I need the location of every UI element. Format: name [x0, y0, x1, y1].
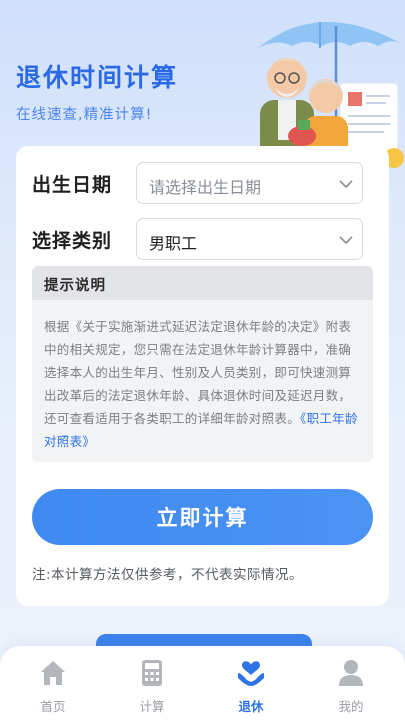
page-title: 退休时间计算: [16, 63, 179, 92]
category-row: 选择类别 男职工: [16, 218, 389, 260]
birth-date-label: 出生日期: [32, 174, 113, 196]
page-subtitle: 在线速查,精准计算!: [16, 107, 153, 123]
tip-title: 提示说明: [32, 266, 373, 300]
tab-label: 计算: [139, 699, 165, 714]
disclaimer-note: 注:本计算方法仅供参考，不代表实际情况。: [32, 567, 304, 583]
chevron-down-icon: [339, 180, 353, 189]
category-select[interactable]: 男职工: [136, 218, 363, 260]
bottom-tab-bar: 首页 计算 退休 我的: [0, 646, 405, 720]
tab-home[interactable]: 首页: [18, 658, 88, 714]
retirement-form-card: 出生日期 请选择出生日期 选择类别 男职工 提示说明 根据《关于实施渐进式延迟法…: [16, 146, 389, 606]
calculator-icon: [142, 660, 162, 686]
tab-retire[interactable]: 退休: [216, 658, 286, 714]
tip-text: 根据《关于实施渐进式延迟法定退休年龄的决定》附表中的相关规定，您只需在法定退休年…: [32, 300, 373, 453]
heart-hands-icon: [238, 661, 264, 686]
birth-date-placeholder: 请选择出生日期: [149, 178, 262, 197]
tab-label: 退休: [238, 699, 264, 714]
tab-label: 首页: [40, 699, 66, 714]
chevron-down-icon: [339, 236, 353, 245]
tab-label: 我的: [338, 699, 364, 714]
tab-calculate[interactable]: 计算: [117, 658, 187, 714]
home-icon: [41, 661, 65, 685]
category-value: 男职工: [149, 234, 198, 253]
calculate-button[interactable]: 立即计算: [32, 489, 373, 545]
hero-header: 退休时间计算 在线速查,精准计算!: [0, 0, 405, 168]
tip-body-text: 根据《关于实施渐进式延迟法定退休年龄的决定》附表中的相关规定，您只需在法定退休年…: [44, 319, 352, 426]
person-icon: [339, 660, 363, 686]
birth-date-select[interactable]: 请选择出生日期: [136, 162, 363, 204]
birth-date-row: 出生日期 请选择出生日期: [16, 162, 389, 204]
tab-profile[interactable]: 我的: [316, 658, 386, 714]
tip-box: 提示说明 根据《关于实施渐进式延迟法定退休年龄的决定》附表中的相关规定，您只需在…: [32, 266, 373, 462]
category-label: 选择类别: [32, 230, 113, 252]
